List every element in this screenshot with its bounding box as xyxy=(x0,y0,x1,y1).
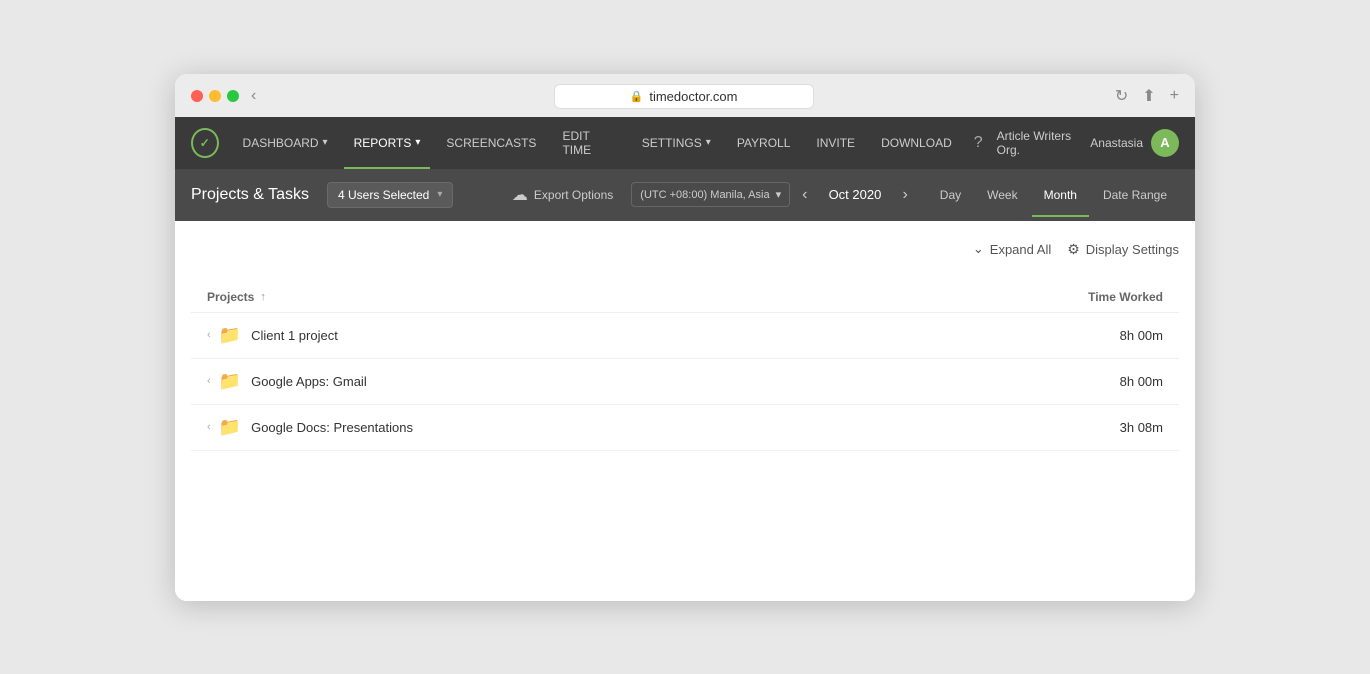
nav-dashboard[interactable]: DASHBOARD ▾ xyxy=(233,117,338,169)
sort-ascending-icon: ↑ xyxy=(260,291,266,303)
expand-icon: ⌄ xyxy=(973,241,984,257)
nav-edit-time[interactable]: EDIT TIME xyxy=(552,117,625,169)
gear-icon: ⚙ xyxy=(1067,241,1080,258)
traffic-light-yellow[interactable] xyxy=(209,90,221,102)
traffic-light-green[interactable] xyxy=(227,90,239,102)
nav-reports[interactable]: REPORTS ▾ xyxy=(344,117,431,169)
tab-date-range[interactable]: Date Range xyxy=(1091,183,1179,207)
user-avatar: A xyxy=(1151,129,1179,157)
nav-download[interactable]: DOWNLOAD xyxy=(871,117,962,169)
tab-day[interactable]: Day xyxy=(928,183,973,207)
help-button[interactable]: ? xyxy=(974,134,983,152)
chevron-down-icon: ▾ xyxy=(415,137,420,148)
reload-button[interactable]: ↻ xyxy=(1115,86,1128,106)
timezone-selector[interactable]: (UTC +08:00) Manila, Asia ▾ xyxy=(631,182,790,207)
column-header-projects[interactable]: Projects ↑ xyxy=(207,290,1043,304)
display-settings-button[interactable]: ⚙ Display Settings xyxy=(1067,241,1179,258)
app-logo: ✓ xyxy=(191,128,219,158)
time-worked: 8h 00m xyxy=(1043,328,1163,343)
export-options-button[interactable]: ☁ Export Options xyxy=(502,180,623,210)
nav-payroll[interactable]: PAYROLL xyxy=(727,117,801,169)
share-button[interactable]: ⬆ xyxy=(1142,86,1155,106)
nav-settings[interactable]: SETTINGS ▾ xyxy=(632,117,721,169)
next-date-button[interactable]: › xyxy=(898,186,911,204)
project-name: Google Docs: Presentations xyxy=(251,420,1043,435)
time-worked: 3h 08m xyxy=(1043,420,1163,435)
project-name: Client 1 project xyxy=(251,328,1043,343)
nav-screencasts[interactable]: SCREENCASTS xyxy=(436,117,546,169)
time-worked: 8h 00m xyxy=(1043,374,1163,389)
expand-all-button[interactable]: ⌄ Expand All xyxy=(973,241,1051,257)
nav-invite[interactable]: INVITE xyxy=(806,117,865,169)
prev-date-button[interactable]: ‹ xyxy=(798,186,811,204)
folder-icon: 📁 xyxy=(219,371,241,392)
tab-month[interactable]: Month xyxy=(1032,183,1089,207)
project-name: Google Apps: Gmail xyxy=(251,374,1043,389)
url-text: timedoctor.com xyxy=(649,89,737,104)
projects-table: Projects ↑ Time Worked ‹ 📁 Client 1 proj… xyxy=(191,282,1179,451)
chevron-down-icon: ▾ xyxy=(706,137,711,148)
upload-icon: ☁ xyxy=(512,185,528,205)
column-header-time: Time Worked xyxy=(1043,290,1163,304)
current-date: Oct 2020 xyxy=(817,187,892,202)
back-button[interactable]: ‹ xyxy=(251,87,256,105)
table-row: ‹ 📁 Google Apps: Gmail 8h 00m xyxy=(191,359,1179,405)
new-tab-button[interactable]: + xyxy=(1170,86,1179,106)
table-row: ‹ 📁 Google Docs: Presentations 3h 08m xyxy=(191,405,1179,451)
traffic-light-red[interactable] xyxy=(191,90,203,102)
collapse-icon[interactable]: ‹ xyxy=(207,329,211,341)
tab-week[interactable]: Week xyxy=(975,183,1029,207)
user-selector[interactable]: 4 Users Selected ▾ xyxy=(327,182,453,208)
date-navigator: ‹ Oct 2020 › xyxy=(798,186,912,204)
page-title: Projects & Tasks xyxy=(191,186,309,204)
chevron-down-icon: ▾ xyxy=(776,188,782,201)
chevron-down-icon: ▾ xyxy=(437,189,442,200)
folder-icon: 📁 xyxy=(219,325,241,346)
chevron-down-icon: ▾ xyxy=(323,137,328,148)
folder-icon: 📁 xyxy=(219,417,241,438)
user-menu[interactable]: Anastasia A xyxy=(1090,129,1179,157)
org-name: Article Writers Org. xyxy=(997,129,1077,157)
address-bar[interactable]: 🔒 timedoctor.com xyxy=(554,84,814,109)
table-row: ‹ 📁 Client 1 project 8h 00m xyxy=(191,313,1179,359)
lock-icon: 🔒 xyxy=(630,90,644,103)
collapse-icon[interactable]: ‹ xyxy=(207,421,211,433)
collapse-icon[interactable]: ‹ xyxy=(207,375,211,387)
